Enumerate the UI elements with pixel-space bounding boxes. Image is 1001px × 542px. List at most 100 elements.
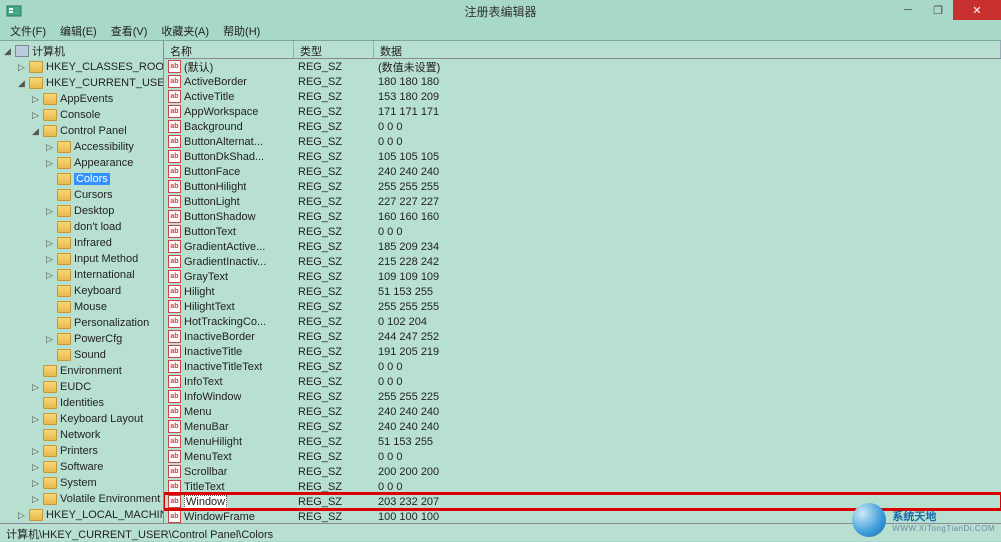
value-name: ButtonAlternat... bbox=[184, 136, 263, 148]
menu-file[interactable]: 文件(F) bbox=[4, 21, 52, 41]
string-icon: ab bbox=[168, 345, 181, 358]
tree-dontload[interactable]: don't load bbox=[42, 219, 163, 235]
expand-icon[interactable]: ▷ bbox=[30, 494, 41, 505]
tree-hklm[interactable]: ▷HKEY_LOCAL_MACHINE bbox=[14, 507, 163, 523]
expand-icon[interactable]: ▷ bbox=[44, 206, 55, 217]
value-row[interactable]: abBackgroundREG_SZ0 0 0 bbox=[164, 119, 1001, 134]
tree-desktop[interactable]: ▷Desktop bbox=[42, 203, 163, 219]
value-row[interactable]: abMenuTextREG_SZ0 0 0 bbox=[164, 449, 1001, 464]
tree-volatile[interactable]: ▷Volatile Environment bbox=[28, 491, 163, 507]
value-row[interactable]: abGradientActive...REG_SZ185 209 234 bbox=[164, 239, 1001, 254]
tree-pane[interactable]: ◢计算机 ▷HKEY_CLASSES_ROOT ◢HKEY_CURRENT_US… bbox=[0, 41, 164, 523]
tree-sound[interactable]: Sound bbox=[42, 347, 163, 363]
menu-help[interactable]: 帮助(H) bbox=[217, 21, 266, 41]
tree-cursors[interactable]: Cursors bbox=[42, 187, 163, 203]
value-row[interactable]: abInactiveTitleTextREG_SZ0 0 0 bbox=[164, 359, 1001, 374]
value-row[interactable]: abInactiveBorderREG_SZ244 247 252 bbox=[164, 329, 1001, 344]
expand-icon[interactable]: ▷ bbox=[30, 462, 41, 473]
tree-console[interactable]: ▷Console bbox=[28, 107, 163, 123]
tree-root-computer[interactable]: ◢计算机 bbox=[0, 43, 163, 59]
value-row[interactable]: abMenuBarREG_SZ240 240 240 bbox=[164, 419, 1001, 434]
expand-icon[interactable]: ▷ bbox=[30, 382, 41, 393]
tree-environment[interactable]: Environment bbox=[28, 363, 163, 379]
tree-keyboard[interactable]: Keyboard bbox=[42, 283, 163, 299]
value-row[interactable]: abScrollbarREG_SZ200 200 200 bbox=[164, 464, 1001, 479]
tree-powercfg[interactable]: ▷PowerCfg bbox=[42, 331, 163, 347]
tree-colors[interactable]: Colors bbox=[42, 171, 163, 187]
tree-keyboardlayout[interactable]: ▷Keyboard Layout bbox=[28, 411, 163, 427]
value-row[interactable]: abInfoWindowREG_SZ255 255 225 bbox=[164, 389, 1001, 404]
expand-icon[interactable]: ▷ bbox=[30, 478, 41, 489]
tree-infrared[interactable]: ▷Infrared bbox=[42, 235, 163, 251]
value-row[interactable]: abButtonLightREG_SZ227 227 227 bbox=[164, 194, 1001, 209]
value-row[interactable]: abMenuHilightREG_SZ51 153 255 bbox=[164, 434, 1001, 449]
expand-icon[interactable]: ▷ bbox=[44, 254, 55, 265]
tree-identities[interactable]: Identities bbox=[28, 395, 163, 411]
column-name[interactable]: 名称 bbox=[164, 41, 294, 58]
tree-personalization[interactable]: Personalization bbox=[42, 315, 163, 331]
expand-icon[interactable]: ▷ bbox=[16, 510, 27, 521]
close-button[interactable]: ✕ bbox=[953, 0, 1001, 20]
folder-icon bbox=[57, 349, 71, 361]
value-row[interactable]: abInactiveTitleREG_SZ191 205 219 bbox=[164, 344, 1001, 359]
tree-eudc[interactable]: ▷EUDC bbox=[28, 379, 163, 395]
collapse-icon[interactable]: ◢ bbox=[30, 126, 41, 137]
expand-icon[interactable]: ▷ bbox=[16, 62, 27, 73]
tree-printers[interactable]: ▷Printers bbox=[28, 443, 163, 459]
menu-view[interactable]: 查看(V) bbox=[105, 21, 154, 41]
value-row[interactable]: abActiveBorderREG_SZ180 180 180 bbox=[164, 74, 1001, 89]
tree-accessibility[interactable]: ▷Accessibility bbox=[42, 139, 163, 155]
expand-icon-icon[interactable]: ▷ bbox=[44, 238, 55, 249]
tree-hkcr[interactable]: ▷HKEY_CLASSES_ROOT bbox=[14, 59, 163, 75]
tree-hkcu[interactable]: ◢HKEY_CURRENT_USER bbox=[14, 75, 163, 91]
expand-icon[interactable]: ▷ bbox=[44, 158, 55, 169]
value-row[interactable]: abHotTrackingCo...REG_SZ0 102 204 bbox=[164, 314, 1001, 329]
value-row[interactable]: abMenuREG_SZ240 240 240 bbox=[164, 404, 1001, 419]
value-row[interactable]: abGrayTextREG_SZ109 109 109 bbox=[164, 269, 1001, 284]
tree-network[interactable]: Network bbox=[28, 427, 163, 443]
window-controls: ─ ❐ ✕ bbox=[893, 0, 1001, 20]
list-body[interactable]: ab(默认)REG_SZ(数值未设置)abActiveBorderREG_SZ1… bbox=[164, 59, 1001, 523]
column-data[interactable]: 数据 bbox=[374, 41, 1001, 58]
list-pane[interactable]: 名称 类型 数据 ab(默认)REG_SZ(数值未设置)abActiveBord… bbox=[164, 41, 1001, 523]
folder-icon bbox=[43, 365, 57, 377]
value-row[interactable]: abGradientInactiv...REG_SZ215 228 242 bbox=[164, 254, 1001, 269]
value-row[interactable]: abInfoTextREG_SZ0 0 0 bbox=[164, 374, 1001, 389]
value-name: Background bbox=[184, 121, 243, 133]
expand-icon[interactable]: ▷ bbox=[44, 142, 55, 153]
value-row[interactable]: abHilightTextREG_SZ255 255 255 bbox=[164, 299, 1001, 314]
collapse-icon[interactable]: ◢ bbox=[16, 78, 27, 89]
value-row[interactable]: abHilightREG_SZ51 153 255 bbox=[164, 284, 1001, 299]
value-row[interactable]: abActiveTitleREG_SZ153 180 209 bbox=[164, 89, 1001, 104]
expand-icon[interactable]: ▷ bbox=[30, 414, 41, 425]
collapse-icon[interactable]: ◢ bbox=[2, 46, 13, 57]
tree-software[interactable]: ▷Software bbox=[28, 459, 163, 475]
value-row[interactable]: abTitleTextREG_SZ0 0 0 bbox=[164, 479, 1001, 494]
value-row[interactable]: abButtonShadowREG_SZ160 160 160 bbox=[164, 209, 1001, 224]
tree-mouse[interactable]: Mouse bbox=[42, 299, 163, 315]
column-type[interactable]: 类型 bbox=[294, 41, 374, 58]
expand-icon[interactable]: ▷ bbox=[30, 446, 41, 457]
minimize-button[interactable]: ─ bbox=[893, 0, 923, 20]
tree-inputmethod[interactable]: ▷Input Method bbox=[42, 251, 163, 267]
expand-icon[interactable]: ▷ bbox=[44, 270, 55, 281]
value-row[interactable]: abButtonAlternat...REG_SZ0 0 0 bbox=[164, 134, 1001, 149]
title-bar[interactable]: 注册表编辑器 ─ ❐ ✕ bbox=[0, 0, 1001, 22]
value-row[interactable]: ab(默认)REG_SZ(数值未设置) bbox=[164, 59, 1001, 74]
expand-icon[interactable]: ▷ bbox=[30, 94, 41, 105]
tree-controlpanel[interactable]: ◢Control Panel bbox=[28, 123, 163, 139]
tree-appearance[interactable]: ▷Appearance bbox=[42, 155, 163, 171]
tree-system[interactable]: ▷System bbox=[28, 475, 163, 491]
expand-icon[interactable]: ▷ bbox=[44, 334, 55, 345]
tree-international[interactable]: ▷International bbox=[42, 267, 163, 283]
tree-appevents[interactable]: ▷AppEvents bbox=[28, 91, 163, 107]
value-row[interactable]: abButtonFaceREG_SZ240 240 240 bbox=[164, 164, 1001, 179]
value-row[interactable]: abButtonHilightREG_SZ255 255 255 bbox=[164, 179, 1001, 194]
value-row[interactable]: abAppWorkspaceREG_SZ171 171 171 bbox=[164, 104, 1001, 119]
menu-edit[interactable]: 编辑(E) bbox=[54, 21, 103, 41]
expand-icon[interactable]: ▷ bbox=[30, 110, 41, 121]
value-row[interactable]: abButtonDkShad...REG_SZ105 105 105 bbox=[164, 149, 1001, 164]
maximize-button[interactable]: ❐ bbox=[923, 0, 953, 20]
value-row[interactable]: abButtonTextREG_SZ0 0 0 bbox=[164, 224, 1001, 239]
menu-favorites[interactable]: 收藏夹(A) bbox=[155, 21, 215, 41]
